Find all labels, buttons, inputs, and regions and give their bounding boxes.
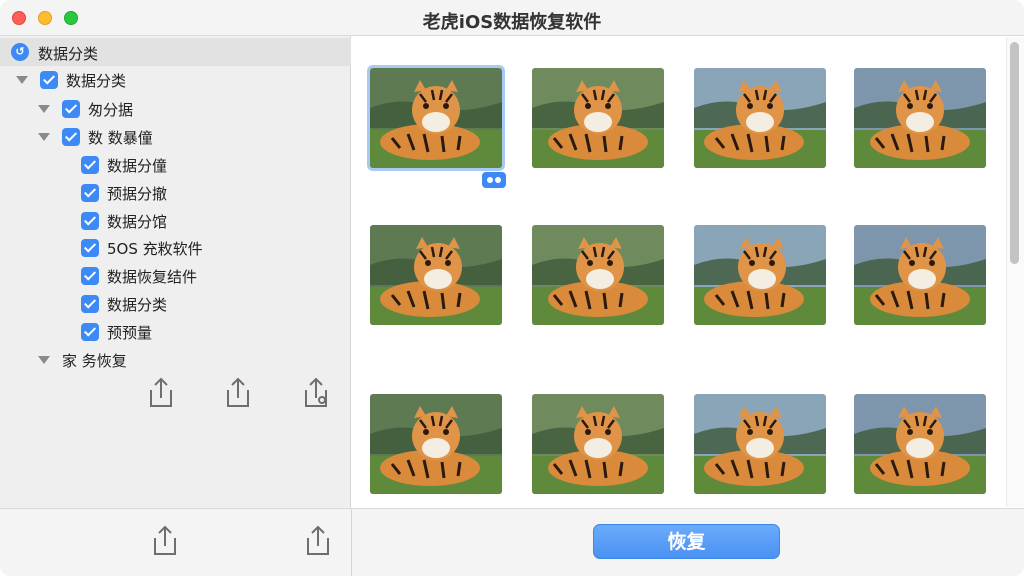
photo-thumbnail[interactable]: [532, 225, 664, 325]
tree-item[interactable]: 预预量: [81, 320, 152, 344]
tiger-photo: [370, 225, 502, 325]
sidebar-header[interactable]: ↺ 数据分类: [0, 38, 351, 66]
restore-button[interactable]: 恢复: [593, 524, 780, 559]
app-window: 老虎iOS数据恢复软件 ↺ 数据分类 数据分类 匆分据 数 数暴僮 数据分僮 预…: [0, 0, 1024, 576]
tree-item[interactable]: 数据分类: [81, 292, 167, 316]
checkbox[interactable]: [62, 128, 80, 146]
window-title: 老虎iOS数据恢复软件: [422, 12, 602, 33]
tiger-photo: [370, 68, 502, 168]
tree-item[interactable]: 数 数暴僮: [38, 125, 153, 149]
tree-item[interactable]: 数据分僮: [81, 153, 167, 177]
tree-item-label: 数据分僮: [107, 156, 168, 175]
tree-item-label: 数据分类: [66, 71, 127, 90]
tiger-photo: [694, 394, 826, 494]
share-icon: [227, 377, 249, 407]
tree-item[interactable]: 匆分据: [38, 97, 133, 121]
share-button[interactable]: [220, 374, 256, 410]
sidebar: ↺ 数据分类 数据分类 匆分据 数 数暴僮 数据分僮 预据分撤 数据分馆 5OS…: [0, 36, 351, 508]
photo-thumbnail[interactable]: [694, 68, 826, 168]
photo-thumbnail[interactable]: [854, 225, 986, 325]
checkbox[interactable]: [81, 267, 99, 285]
bottom-share-button[interactable]: [300, 522, 336, 558]
tiger-photo: [854, 225, 986, 325]
tiger-photo: [532, 225, 664, 325]
tiger-photo: [370, 394, 502, 494]
share-icon: [307, 525, 329, 555]
export-icon: [150, 377, 172, 407]
tree-item[interactable]: 预据分撤: [81, 181, 167, 205]
photo-thumbnail[interactable]: [694, 225, 826, 325]
export-device-icon: [305, 377, 327, 407]
tree-item-label: 数据分馆: [107, 212, 168, 231]
tiger-photo: [532, 394, 664, 494]
disclosure-triangle-icon[interactable]: [38, 105, 50, 113]
tiger-photo: [854, 68, 986, 168]
checkbox[interactable]: [81, 239, 99, 257]
photo-thumbnail[interactable]: [532, 394, 664, 494]
tree-item-label: 数据恢复结件: [107, 267, 198, 286]
disclosure-triangle-icon[interactable]: [38, 133, 50, 141]
tiger-photo: [532, 68, 664, 168]
checkbox[interactable]: [81, 156, 99, 174]
title-bar: 老虎iOS数据恢复软件: [0, 0, 1024, 36]
photo-thumbnail[interactable]: [370, 394, 502, 494]
bottom-divider: [351, 508, 352, 576]
checkbox[interactable]: [81, 212, 99, 230]
checkbox[interactable]: [81, 184, 99, 202]
export-icon: [154, 525, 176, 555]
tree-item-label: 匆分据: [88, 100, 134, 119]
tree-item-label: 数据分类: [107, 295, 168, 314]
checkbox[interactable]: [81, 323, 99, 341]
selected-badge-icon: [480, 168, 508, 190]
photo-grid: [352, 37, 1006, 507]
photo-thumbnail[interactable]: [532, 68, 664, 168]
tree-item-label: 预预量: [107, 323, 153, 342]
tiger-photo: [694, 225, 826, 325]
checkbox[interactable]: [40, 71, 58, 89]
grid-scrollbar-thumb[interactable]: [1010, 42, 1019, 264]
tree-item-label: 预据分撤: [107, 184, 168, 203]
tree-item-label: 5OS 充敉软件: [107, 239, 203, 258]
export-button[interactable]: [143, 374, 179, 410]
photo-thumbnail[interactable]: [854, 68, 986, 168]
tree-item-root[interactable]: 数据分类: [16, 68, 126, 92]
category-icon: ↺: [11, 43, 29, 61]
disclosure-triangle-icon[interactable]: [16, 76, 28, 84]
export-to-device-button[interactable]: [298, 374, 334, 410]
disclosure-triangle-icon[interactable]: [38, 356, 50, 364]
tree-item[interactable]: 数据恢复结件: [81, 264, 197, 288]
photo-thumbnail[interactable]: [854, 394, 986, 494]
photo-thumbnail[interactable]: [694, 394, 826, 494]
sidebar-header-label: 数据分类: [38, 45, 99, 63]
tree-item-label: 数 数暴僮: [88, 128, 153, 147]
tree-item[interactable]: 数据分馆: [81, 209, 167, 233]
tiger-photo: [854, 394, 986, 494]
checkbox[interactable]: [81, 295, 99, 313]
checkbox[interactable]: [62, 100, 80, 118]
photo-thumbnail[interactable]: [370, 68, 502, 168]
bottom-export-button[interactable]: [147, 522, 183, 558]
tree-item-label: 家 务恢复: [62, 351, 127, 370]
tiger-photo: [694, 68, 826, 168]
tree-item[interactable]: 家 务恢复: [38, 348, 127, 372]
photo-thumbnail[interactable]: [370, 225, 502, 325]
tree-item[interactable]: 5OS 充敉软件: [81, 236, 203, 260]
